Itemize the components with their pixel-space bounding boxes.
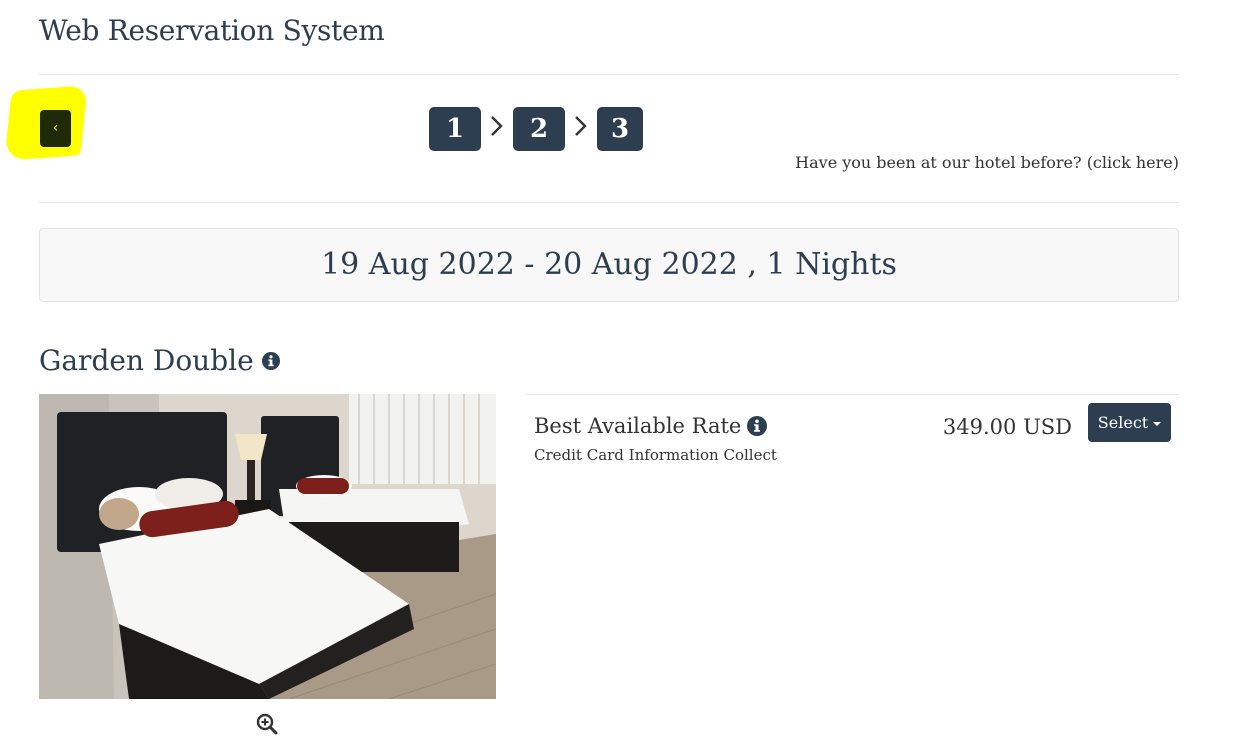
step-3-button[interactable]: 3 — [597, 107, 643, 151]
zoom-in-icon[interactable] — [256, 713, 278, 735]
rate-name: Best Available Rate — [534, 414, 742, 438]
stay-dates-text: 19 Aug 2022 - 20 Aug 2022 , 1 Nights — [321, 247, 897, 282]
header-divider — [39, 74, 1179, 75]
rate-header: Best Available Rate — [534, 414, 768, 438]
page-title: Web Reservation System — [39, 14, 385, 47]
chevron-right-icon — [491, 116, 503, 136]
room-photo[interactable] — [39, 394, 496, 699]
select-rate-button[interactable]: Select — [1088, 403, 1171, 442]
caret-down-icon — [1153, 421, 1162, 426]
reservation-page: Web Reservation System ‹ 1 2 3 Have you … — [0, 0, 1244, 745]
nav-divider — [39, 202, 1179, 203]
room-header: Garden Double — [39, 344, 280, 377]
stay-dates-banner: 19 Aug 2022 - 20 Aug 2022 , 1 Nights — [39, 228, 1179, 302]
chevron-right-icon — [575, 116, 587, 136]
info-circle-icon[interactable] — [747, 416, 768, 436]
step-1-button[interactable]: 1 — [429, 107, 481, 151]
rate-price: 349.00 USD — [942, 415, 1072, 439]
back-button[interactable]: ‹ — [40, 110, 71, 147]
select-button-label: Select — [1097, 413, 1149, 432]
rate-note: Credit Card Information Collect — [534, 446, 777, 464]
info-circle-icon[interactable] — [261, 351, 280, 370]
rate-divider — [526, 394, 1179, 395]
room-name: Garden Double — [39, 344, 254, 377]
returning-guest-link[interactable]: Have you been at our hotel before? (clic… — [795, 153, 1179, 172]
step-2-button[interactable]: 2 — [513, 107, 565, 151]
